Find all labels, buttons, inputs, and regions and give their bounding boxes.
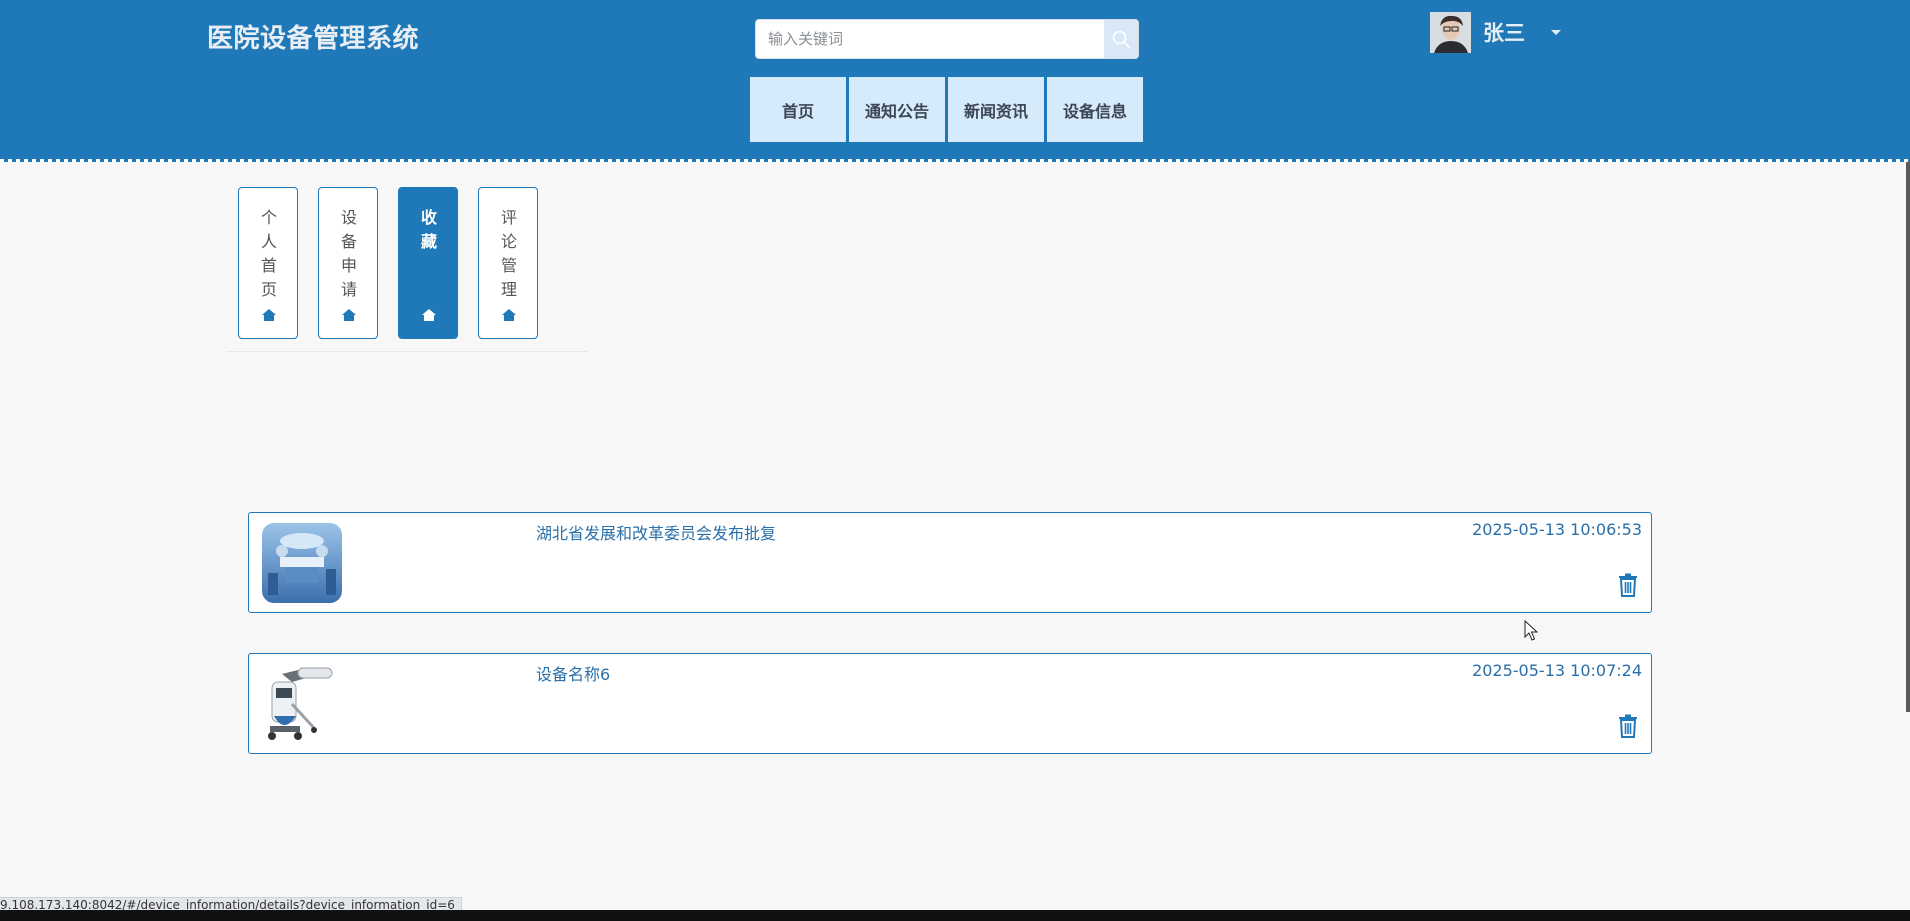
search-input[interactable] [756, 20, 1104, 58]
avatar[interactable] [1430, 11, 1471, 53]
user-menu[interactable]: 张三 [1430, 11, 1561, 53]
medical-device-image[interactable] [262, 664, 342, 744]
chevron-down-icon[interactable] [1551, 29, 1561, 35]
home-icon [342, 309, 356, 321]
search-button[interactable] [1104, 20, 1138, 58]
trash-icon[interactable] [1617, 573, 1639, 597]
favorite-title[interactable]: 设备名称6 [536, 661, 610, 685]
favorite-time: 2025-05-13 10:06:53 [1472, 520, 1642, 539]
nav-home[interactable]: 首页 [750, 77, 846, 142]
tab-label: 收 藏 [420, 208, 437, 251]
tab-profile-home[interactable]: 个 人 首 页 [238, 187, 298, 339]
operating-room-image[interactable] [262, 523, 342, 603]
page-scrollbar[interactable] [1906, 162, 1910, 712]
nav-device-info[interactable]: 设备信息 [1047, 77, 1143, 142]
main-nav: 首页 通知公告 新闻资讯 设备信息 [750, 77, 1146, 142]
trash-icon[interactable] [1617, 714, 1639, 738]
tab-label: 设 备 申 请 [340, 208, 357, 299]
tab-device-apply[interactable]: 设 备 申 请 [318, 187, 378, 339]
mouse-cursor-icon [1524, 620, 1538, 641]
nav-news[interactable]: 新闻资讯 [948, 77, 1044, 142]
home-icon [502, 309, 516, 321]
username[interactable]: 张三 [1483, 17, 1525, 47]
home-icon [262, 309, 276, 321]
header-dashed-edge [0, 159, 1910, 165]
bottom-bar [0, 910, 1910, 921]
favorite-time: 2025-05-13 10:07:24 [1472, 661, 1642, 680]
search-icon [1112, 30, 1130, 48]
nav-notices[interactable]: 通知公告 [849, 77, 945, 142]
tab-comment-manage[interactable]: 评 论 管 理 [478, 187, 538, 339]
favorite-title[interactable]: 湖北省发展和改革委员会发布批复 [536, 520, 776, 544]
favorite-item[interactable]: 设备名称6 2025-05-13 10:07:24 [248, 653, 1652, 754]
center-tabs: 个 人 首 页 设 备 申 请 收 藏 评 论 管 理 [226, 187, 588, 352]
header: 医院设备管理系统 张三 首页 通知公告 新闻资讯 [0, 0, 1910, 162]
tab-label: 个 人 首 页 [260, 208, 277, 299]
search-box[interactable] [755, 19, 1139, 59]
tab-favorites[interactable]: 收 藏 [398, 187, 458, 339]
tab-label: 评 论 管 理 [500, 208, 517, 299]
site-title: 医院设备管理系统 [207, 24, 420, 54]
home-icon [422, 309, 436, 321]
favorite-item[interactable]: 湖北省发展和改革委员会发布批复 2025-05-13 10:06:53 [248, 512, 1652, 613]
